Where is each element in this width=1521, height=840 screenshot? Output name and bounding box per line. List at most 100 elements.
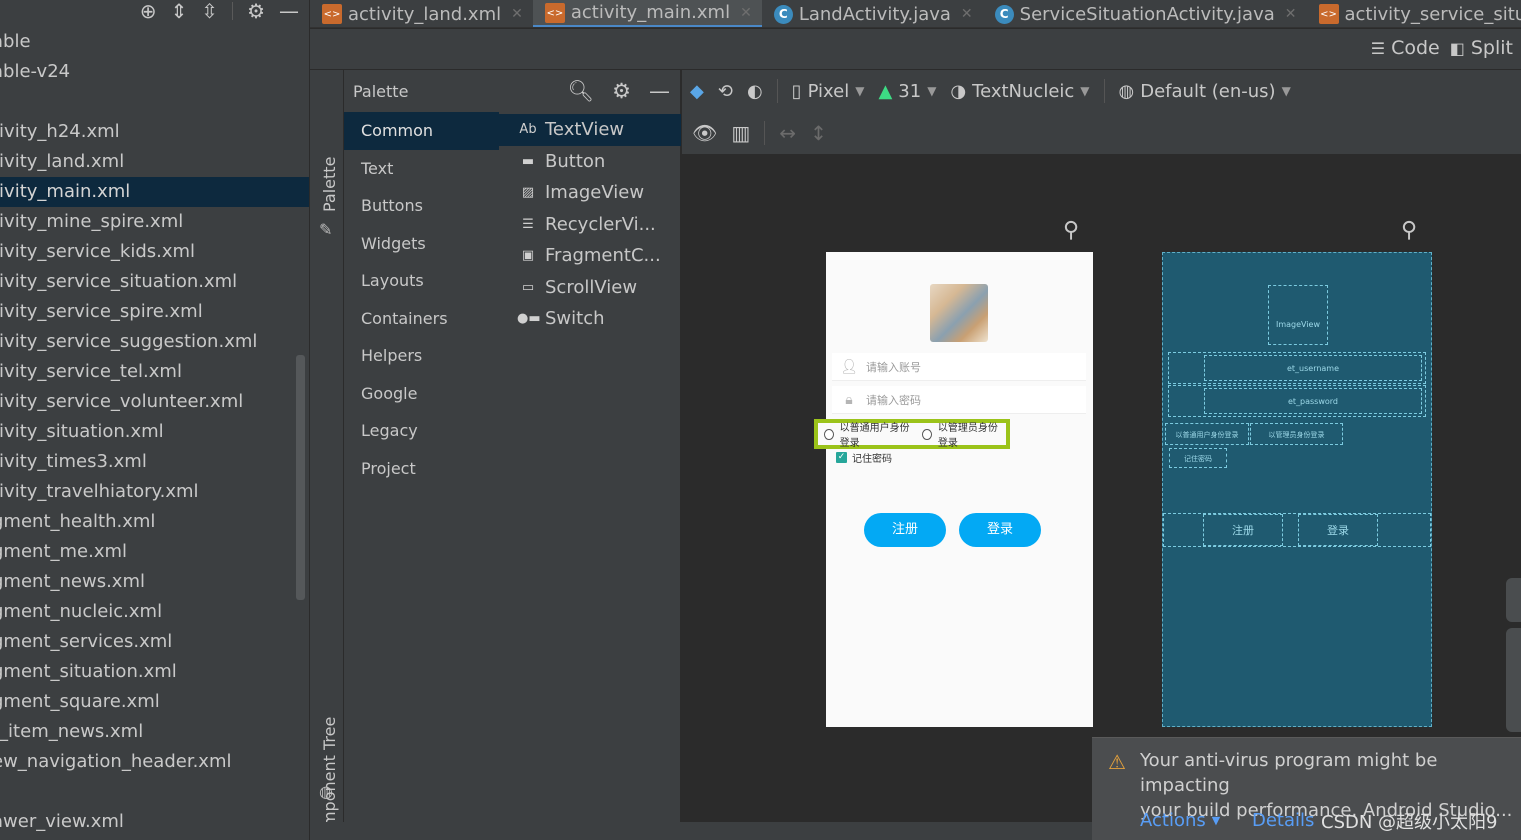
palette-category-legacy[interactable]: Legacy: [344, 412, 499, 450]
layers-icon[interactable]: ◆: [690, 81, 704, 102]
file-item[interactable]: t_item_news.xml: [0, 717, 309, 747]
locale-dropdown[interactable]: ◍ Default (en-us) ▼: [1119, 81, 1291, 102]
orientation-icon[interactable]: ⟲: [718, 81, 733, 102]
blueprint-password[interactable]: et_password: [1204, 388, 1422, 414]
file-item[interactable]: gment_news.xml: [0, 567, 309, 597]
file-item-selected[interactable]: tivity_main.xml: [0, 177, 309, 207]
search-icon[interactable]: 🔍︎: [568, 79, 595, 104]
file-item[interactable]: tivity_land.xml: [0, 147, 309, 177]
palette-item-textview[interactable]: Ab TextView: [499, 114, 681, 146]
file-item[interactable]: tivity_travelhiatory.xml: [0, 477, 309, 507]
blueprint-remember[interactable]: 记住密码: [1169, 448, 1227, 468]
palette-item-imageview[interactable]: ▨ ImageView: [499, 177, 681, 209]
hide-panel-icon[interactable]: —: [279, 0, 299, 23]
close-icon[interactable]: ✕: [1285, 6, 1297, 22]
tab-activity-service-situation[interactable]: <> activity_service_situati: [1307, 0, 1521, 27]
file-item[interactable]: awer_view.xml: [0, 807, 309, 837]
theme-dropdown[interactable]: ◑ TextNucleic ▼: [950, 81, 1089, 102]
design-preview[interactable]: 👤︎ 请输入账号 🔒︎ 请输入密码 以普通用户身份登录 以管理员身份登录 ✓ 记…: [814, 252, 1093, 727]
file-item[interactable]: tivity_times3.xml: [0, 447, 309, 477]
login-button[interactable]: 登录: [959, 513, 1041, 547]
blueprint-preview[interactable]: ImageView et_username et_password 以普通用户身…: [1162, 252, 1432, 727]
file-item[interactable]: tivity_service_volunteer.xml: [0, 387, 309, 417]
file-item[interactable]: able-v24: [0, 57, 309, 87]
columns-icon[interactable]: ▥: [731, 121, 750, 145]
file-item[interactable]: ew_navigation_header.xml: [0, 747, 309, 777]
tab-service-situation-activity[interactable]: C ServiceSituationActivity.java ✕: [983, 0, 1307, 27]
resize-handle-icon[interactable]: ⚲: [1401, 218, 1417, 243]
split-mode-button[interactable]: ◧ Split: [1450, 37, 1513, 59]
file-item[interactable]: tivity_mine_spire.xml: [0, 207, 309, 237]
device-dropdown[interactable]: ▯ Pixel ▼: [792, 81, 865, 102]
palette-category-project[interactable]: Project: [344, 450, 499, 488]
radio-button[interactable]: [922, 428, 932, 440]
password-field[interactable]: 🔒︎ 请输入密码: [832, 386, 1086, 414]
night-mode-icon[interactable]: ◐: [747, 81, 763, 102]
palette-category-widgets[interactable]: Widgets: [344, 225, 499, 263]
file-item[interactable]: able: [0, 27, 309, 57]
file-item[interactable]: tivity_service_spire.xml: [0, 297, 309, 327]
tab-activity-main[interactable]: <> activity_main.xml ✕: [532, 0, 762, 27]
eye-icon[interactable]: 👁︎: [692, 121, 717, 145]
close-icon[interactable]: ✕: [511, 6, 523, 22]
palette-icon[interactable]: ✎: [319, 220, 332, 239]
remember-password-row[interactable]: ✓ 记住密码: [836, 450, 892, 465]
file-item[interactable]: [0, 777, 309, 807]
close-icon[interactable]: ✕: [740, 5, 752, 21]
file-item[interactable]: tivity_service_kids.xml: [0, 237, 309, 267]
blueprint-radio1[interactable]: 以普通用户身份登录: [1165, 423, 1249, 445]
file-item[interactable]: gment_nucleic.xml: [0, 597, 309, 627]
palette-category-containers[interactable]: Containers: [344, 300, 499, 338]
username-field[interactable]: 👤︎ 请输入账号: [832, 353, 1086, 381]
blueprint-radio2[interactable]: 以管理员身份登录: [1250, 423, 1343, 445]
logo-image[interactable]: [930, 284, 988, 342]
file-item[interactable]: tivity_service_tel.xml: [0, 357, 309, 387]
side-panel-handle[interactable]: [1506, 628, 1521, 732]
api-dropdown[interactable]: ▲ 31 ▼: [878, 81, 936, 102]
blueprint-imageview[interactable]: ImageView: [1268, 285, 1328, 345]
palette-item-scrollview[interactable]: ▭ ScrollView: [499, 272, 681, 304]
locate-icon[interactable]: ⊕: [140, 0, 157, 23]
palette-category-google[interactable]: Google: [344, 375, 499, 413]
palette-item-button[interactable]: ▬ Button: [499, 146, 681, 178]
blueprint-login[interactable]: 登录: [1298, 514, 1378, 546]
palette-category-common[interactable]: Common: [344, 112, 499, 150]
palette-item-switch[interactable]: ●▬ Switch: [499, 303, 681, 335]
checkbox-checked[interactable]: ✓: [836, 452, 847, 463]
register-button[interactable]: 注册: [864, 513, 946, 547]
palette-category-text[interactable]: Text: [344, 150, 499, 188]
close-icon[interactable]: ✕: [961, 6, 973, 22]
minimize-icon[interactable]: —: [649, 79, 670, 104]
tab-activity-land[interactable]: <> activity_land.xml ✕: [310, 0, 533, 27]
file-item[interactable]: tivity_service_situation.xml: [0, 267, 309, 297]
palette-category-buttons[interactable]: Buttons: [344, 187, 499, 225]
side-panel-handle[interactable]: [1506, 578, 1521, 622]
palette-item-recyclerview[interactable]: ☰ RecyclerVi...: [499, 209, 681, 241]
selected-radio-group[interactable]: 以普通用户身份登录 以管理员身份登录: [814, 419, 1010, 449]
palette-tool-tab[interactable]: Palette: [320, 157, 339, 212]
file-item[interactable]: tivity_service_suggestion.xml: [0, 327, 309, 357]
blueprint-register[interactable]: 注册: [1203, 514, 1283, 546]
blueprint-username[interactable]: et_username: [1204, 355, 1422, 381]
palette-category-layouts[interactable]: Layouts: [344, 262, 499, 300]
file-item[interactable]: gment_services.xml: [0, 627, 309, 657]
palette-item-fragmentcontainer[interactable]: ▣ FragmentC...: [499, 240, 681, 272]
expand-all-icon[interactable]: ⇕: [171, 0, 188, 23]
file-item[interactable]: gment_health.xml: [0, 507, 309, 537]
actions-link[interactable]: Actions ▼: [1140, 810, 1220, 831]
file-item[interactable]: gment_situation.xml: [0, 657, 309, 687]
palette-category-helpers[interactable]: Helpers: [344, 337, 499, 375]
gear-icon[interactable]: ⚙: [247, 0, 265, 23]
radio-button[interactable]: [824, 428, 834, 440]
collapse-all-icon[interactable]: ⇳: [201, 0, 218, 23]
file-item[interactable]: tivity_h24.xml: [0, 117, 309, 147]
code-mode-button[interactable]: ☰ Code: [1371, 37, 1440, 59]
gear-icon[interactable]: ⚙: [612, 79, 631, 104]
file-item[interactable]: gment_me.xml: [0, 537, 309, 567]
file-item[interactable]: gment_square.xml: [0, 687, 309, 717]
file-item[interactable]: t: [0, 87, 309, 117]
tab-land-activity[interactable]: C LandActivity.java ✕: [762, 0, 983, 27]
resize-handle-icon[interactable]: ⚲: [1063, 218, 1079, 243]
details-link[interactable]: Details: [1252, 810, 1314, 831]
file-panel-scrollbar[interactable]: [296, 355, 305, 600]
